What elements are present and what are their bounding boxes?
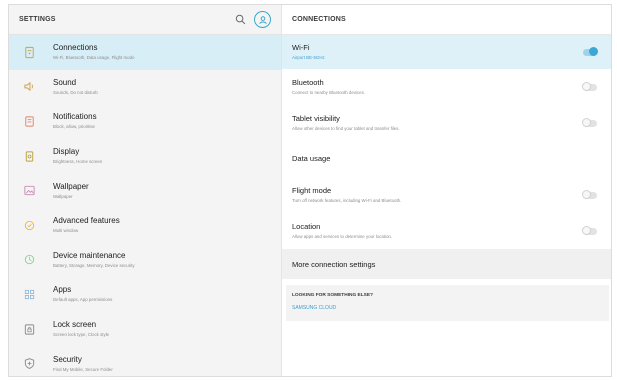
advanced-features-icon [22, 218, 36, 232]
samsung-account-icon[interactable] [254, 11, 271, 28]
toggle-knob [582, 225, 591, 235]
connections-pane: CONNECTIONS Wi-Fi Airport BE-5GHz Blueto… [281, 5, 611, 376]
connections-title: CONNECTIONS [292, 16, 346, 23]
menu-item-subtitle: Screen lock type, Clock style [53, 332, 110, 338]
location-text: Location Allow apps and services to dete… [292, 222, 392, 240]
menu-item-display[interactable]: Display Brightness, Home screen [9, 139, 281, 174]
toggle-knob [589, 46, 598, 56]
menu-item-title: Lock screen [53, 320, 97, 330]
menu-item-title: Notifications [53, 112, 97, 122]
menu-item-lock-screen[interactable]: Lock screen Screen lock type, Clock styl… [9, 312, 281, 347]
wallpaper-icon [22, 184, 36, 198]
menu-item-subtitle: Wi-Fi, Bluetooth, Data usage, Flight mod… [53, 55, 135, 61]
menu-item-text: Device maintenance Battery, Storage, Mem… [53, 251, 135, 269]
more-connection-settings-row[interactable]: More connection settings [282, 249, 611, 279]
settings-header: SETTINGS [9, 5, 281, 35]
settings-title: SETTINGS [19, 16, 56, 23]
menu-item-subtitle: Brightness, Home screen [53, 159, 103, 165]
menu-item-subtitle: Default apps, App permissions [53, 297, 113, 303]
security-shield-icon [22, 357, 36, 371]
tablet-visibility-row[interactable]: Tablet visibility Allow other devices to… [282, 105, 611, 141]
toggle-knob [582, 189, 591, 199]
wifi-text: Wi-Fi Airport BE-5GHz [292, 43, 325, 61]
menu-item-text: Display Brightness, Home screen [53, 147, 102, 165]
settings-window: SETTINGS Connections Wi-Fi, Bluetooth, D… [8, 4, 612, 377]
menu-item-notifications[interactable]: Notifications Block, allow, prioritise [9, 104, 281, 139]
menu-item-subtitle: Block, allow, prioritise [53, 124, 95, 130]
bluetooth-subtitle: Connect to nearby Bluetooth devices. [292, 90, 365, 95]
tablet-visibility-subtitle: Allow other devices to find your tablet … [292, 126, 400, 131]
menu-item-text: Notifications Block, allow, prioritise [53, 112, 97, 130]
wifi-title: Wi-Fi [292, 43, 310, 52]
menu-item-subtitle: Battery, Storage, Memory, Device securit… [53, 262, 135, 268]
menu-item-sound[interactable]: Sound Sounds, Do not disturb [9, 70, 281, 105]
menu-item-title: Security [53, 354, 82, 364]
location-title: Location [292, 222, 321, 231]
menu-item-advanced-features[interactable]: Advanced features Multi window [9, 208, 281, 243]
menu-item-apps[interactable]: Apps Default apps, App permissions [9, 277, 281, 312]
tablet-visibility-title: Tablet visibility [292, 114, 340, 123]
notifications-icon [22, 114, 36, 128]
menu-item-text: Security Find My Mobile, Secure Folder [53, 355, 113, 373]
display-icon [22, 149, 36, 163]
device-maintenance-icon [22, 253, 36, 267]
bluetooth-text: Bluetooth Connect to nearby Bluetooth de… [292, 78, 365, 96]
data-usage-title: Data usage [292, 154, 331, 163]
looking-for-something-else-card: LOOKING FOR SOMETHING ELSE? SAMSUNG CLOU… [286, 285, 609, 321]
menu-item-security[interactable]: Security Find My Mobile, Secure Folder [9, 346, 281, 376]
wifi-row[interactable]: Wi-Fi Airport BE-5GHz [282, 35, 611, 69]
location-row[interactable]: Location Allow apps and services to dete… [282, 213, 611, 249]
menu-item-subtitle: Find My Mobile, Secure Folder [53, 366, 113, 372]
bluetooth-row[interactable]: Bluetooth Connect to nearby Bluetooth de… [282, 69, 611, 105]
apps-icon [22, 287, 36, 301]
menu-item-subtitle: Wallpaper [53, 193, 73, 199]
bluetooth-toggle[interactable] [582, 81, 597, 91]
connections-icon [22, 45, 36, 59]
wifi-network-name: Airport BE-5GHz [292, 55, 325, 60]
location-subtitle: Allow apps and services to determine you… [292, 234, 393, 239]
header-actions [235, 11, 271, 28]
menu-item-title: Display [53, 147, 80, 157]
bluetooth-title: Bluetooth [292, 78, 324, 87]
toggle-knob [582, 117, 591, 127]
menu-item-text: Apps Default apps, App permissions [53, 285, 112, 303]
settings-menu-list: Connections Wi-Fi, Bluetooth, Data usage… [9, 35, 281, 376]
data-usage-row[interactable]: Data usage [282, 141, 611, 177]
tablet-visibility-text: Tablet visibility Allow other devices to… [292, 114, 400, 132]
search-icon[interactable] [235, 14, 246, 25]
samsung-cloud-link[interactable]: SAMSUNG CLOUD [292, 305, 603, 311]
connections-header: CONNECTIONS [282, 5, 611, 35]
menu-item-text: Connections Wi-Fi, Bluetooth, Data usage… [53, 43, 135, 61]
flight-mode-subtitle: Turn off network features, including Wi-… [292, 198, 402, 203]
menu-item-text: Sound Sounds, Do not disturb [53, 78, 98, 96]
location-toggle[interactable] [582, 225, 597, 235]
settings-menu-pane: SETTINGS Connections Wi-Fi, Bluetooth, D… [9, 5, 281, 376]
wifi-toggle[interactable] [583, 46, 598, 56]
tablet-visibility-toggle[interactable] [582, 117, 597, 127]
menu-item-subtitle: Multi window [53, 228, 79, 234]
speaker-icon [22, 80, 36, 94]
flight-mode-title: Flight mode [292, 186, 332, 195]
menu-item-device-maintenance[interactable]: Device maintenance Battery, Storage, Mem… [9, 243, 281, 278]
menu-item-wallpaper[interactable]: Wallpaper Wallpaper [9, 173, 281, 208]
menu-item-text: Lock screen Screen lock type, Clock styl… [53, 320, 109, 338]
menu-item-title: Apps [53, 285, 72, 295]
flight-mode-text: Flight mode Turn off network features, i… [292, 186, 401, 204]
menu-item-text: Wallpaper Wallpaper [53, 182, 89, 200]
data-usage-text: Data usage [292, 154, 330, 164]
flight-mode-row[interactable]: Flight mode Turn off network features, i… [282, 177, 611, 213]
menu-item-title: Sound [53, 77, 77, 87]
lock-icon [22, 322, 36, 336]
flight-mode-toggle[interactable] [582, 189, 597, 199]
toggle-knob [582, 81, 591, 91]
menu-item-connections[interactable]: Connections Wi-Fi, Bluetooth, Data usage… [9, 35, 281, 70]
more-connection-settings-label: More connection settings [292, 259, 376, 269]
menu-item-subtitle: Sounds, Do not disturb [53, 89, 98, 95]
menu-item-title: Wallpaper [53, 181, 89, 191]
menu-item-title: Device maintenance [53, 250, 126, 260]
menu-item-text: Advanced features Multi window [53, 216, 120, 234]
looking-title: LOOKING FOR SOMETHING ELSE? [292, 293, 374, 298]
menu-item-title: Advanced features [53, 216, 120, 226]
menu-item-title: Connections [53, 43, 98, 53]
